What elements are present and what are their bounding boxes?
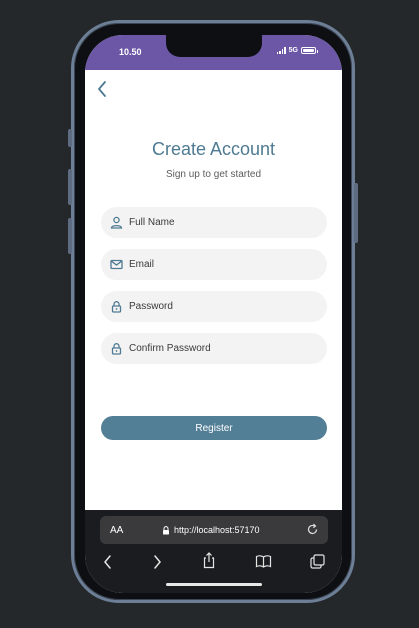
- email-input[interactable]: [129, 259, 309, 270]
- reload-icon[interactable]: [306, 523, 319, 536]
- volume-down-button: [68, 218, 72, 254]
- user-icon: [110, 216, 123, 229]
- full-name-field[interactable]: [101, 207, 327, 238]
- lock-icon: [111, 343, 122, 355]
- register-page: Create Account Sign up to get started Fu…: [85, 70, 342, 510]
- chevron-left-icon[interactable]: [102, 554, 114, 570]
- book-icon[interactable]: [255, 554, 272, 568]
- status-bar: 10.50 5G: [85, 35, 342, 70]
- dynamic-island: [166, 35, 262, 57]
- back-button[interactable]: [93, 78, 113, 100]
- status-time: 10.50: [119, 47, 142, 57]
- address-bar[interactable]: AA http://localhost:57170: [100, 516, 328, 544]
- signal-icon: [276, 47, 286, 54]
- mute-switch: [68, 129, 72, 147]
- share-icon[interactable]: [202, 552, 216, 569]
- battery-icon: [301, 47, 318, 54]
- network-label: 5G: [288, 47, 298, 54]
- home-indicator[interactable]: [166, 583, 262, 586]
- mail-icon: [110, 259, 123, 270]
- phone-frame: 10.50 5G Create Account Sign up to get s…: [68, 20, 358, 603]
- phone-screen: 10.50 5G Create Account Sign up to get s…: [85, 35, 342, 593]
- text-size-button[interactable]: AA: [110, 525, 123, 536]
- tabs-icon[interactable]: [310, 554, 325, 569]
- register-button[interactable]: Register: [101, 416, 327, 440]
- url-text: http://localhost:57170: [174, 525, 260, 535]
- password-input[interactable]: [129, 301, 309, 312]
- confirm-password-input[interactable]: [129, 343, 309, 354]
- volume-up-button: [68, 169, 72, 205]
- lock-icon: [163, 525, 169, 534]
- password-field[interactable]: [101, 291, 327, 322]
- page-title: Create Account: [151, 139, 276, 159]
- page-subtitle: Sign up to get started: [165, 169, 262, 180]
- confirm-password-field[interactable]: [101, 333, 327, 364]
- status-indicators: 5G: [276, 47, 318, 54]
- lock-icon: [111, 301, 122, 313]
- browser-toolbar: [85, 552, 342, 574]
- email-field[interactable]: [101, 249, 327, 280]
- power-button: [354, 183, 358, 243]
- chevron-right-icon[interactable]: [151, 554, 163, 570]
- url-display[interactable]: http://localhost:57170: [162, 525, 260, 535]
- chevron-left-icon: [98, 81, 106, 97]
- browser-chrome: AA http://localhost:57170: [85, 510, 342, 593]
- full-name-input[interactable]: [129, 217, 309, 228]
